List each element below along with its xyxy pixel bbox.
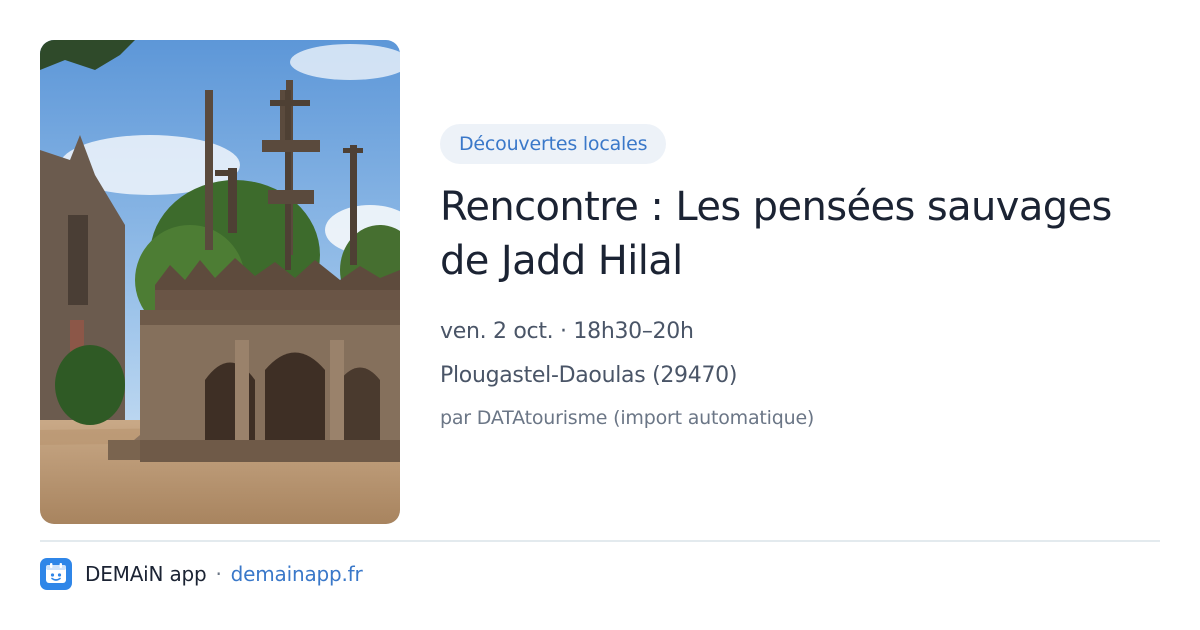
event-info: Découvertes locales Rencontre : Les pens…: [440, 124, 1160, 438]
footer-separator: ·: [215, 562, 222, 586]
footer: DEMAiN app · demainapp.fr: [40, 558, 363, 590]
app-domain-link[interactable]: demainapp.fr: [231, 562, 363, 586]
category-tag[interactable]: Découvertes locales: [440, 124, 667, 164]
event-photo: [40, 40, 400, 524]
event-datetime: ven. 2 oct. · 18h30–20h: [440, 319, 694, 344]
app-name[interactable]: DEMAiN app: [85, 562, 207, 586]
footer-divider: [40, 540, 1160, 542]
event-meta: ven. 2 oct. · 18h30–20h Plougastel-Daoul…: [440, 310, 1160, 438]
event-location: Plougastel-Daoulas (29470): [440, 363, 738, 388]
event-title[interactable]: Rencontre : Les pensées sauvages de Jadd…: [440, 180, 1160, 288]
event-source: par DATAtourisme (import automatique): [440, 407, 815, 429]
demain-app-logo-icon[interactable]: [40, 558, 72, 590]
